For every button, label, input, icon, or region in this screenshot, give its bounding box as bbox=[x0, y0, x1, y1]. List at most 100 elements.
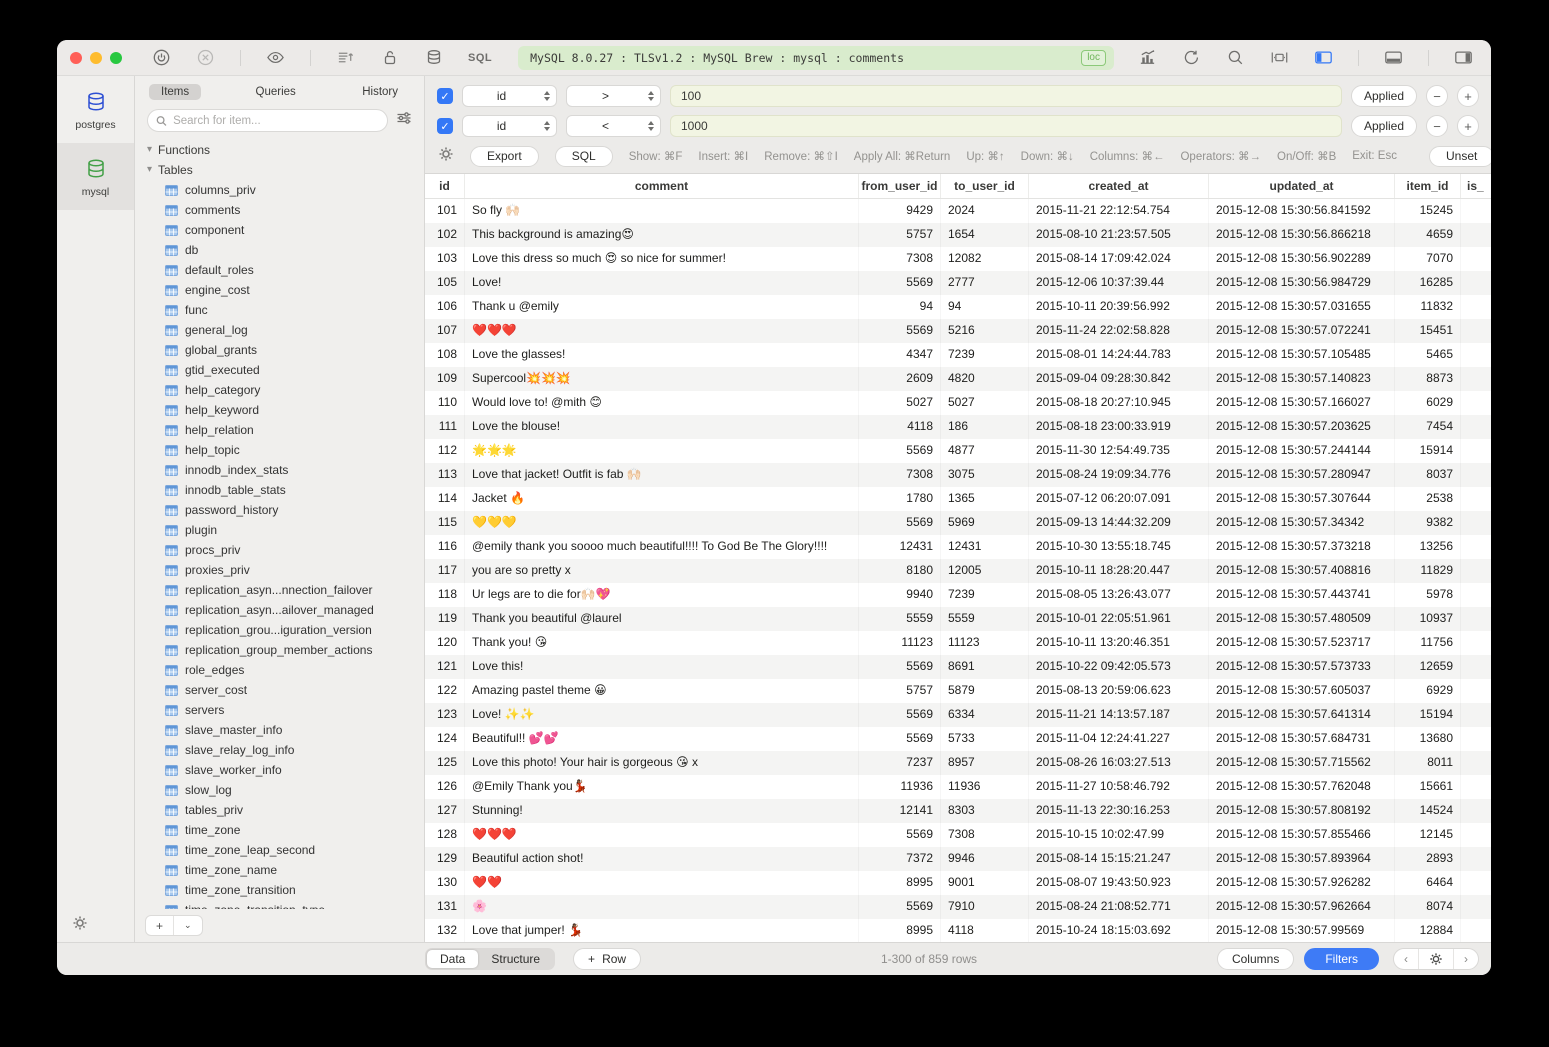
cell-is[interactable] bbox=[1461, 823, 1491, 847]
cell-is[interactable] bbox=[1461, 271, 1491, 295]
cell-to-user-id[interactable]: 11936 bbox=[941, 775, 1029, 799]
sidebar-table-item[interactable]: engine_cost bbox=[135, 280, 424, 300]
cell-to-user-id[interactable]: 2024 bbox=[941, 199, 1029, 223]
column-header-id[interactable]: id bbox=[425, 174, 465, 198]
add-item-button[interactable]: + bbox=[146, 916, 173, 935]
cell-created-at[interactable]: 2015-10-11 20:39:56.992 bbox=[1029, 295, 1209, 319]
cell-comment[interactable]: Love! bbox=[465, 271, 859, 295]
column-header-is[interactable]: is_ bbox=[1461, 174, 1491, 198]
cell-item-id[interactable]: 11832 bbox=[1395, 295, 1461, 319]
cell-is[interactable] bbox=[1461, 679, 1491, 703]
cell-comment[interactable]: Jacket 🔥 bbox=[465, 487, 859, 511]
cell-created-at[interactable]: 2015-08-18 23:00:33.919 bbox=[1029, 415, 1209, 439]
cell-to-user-id[interactable]: 186 bbox=[941, 415, 1029, 439]
cell-updated-at[interactable]: 2015-12-08 15:30:57.072241 bbox=[1209, 319, 1395, 343]
cell-from-user-id[interactable]: 8995 bbox=[859, 919, 941, 942]
cell-id[interactable]: 122 bbox=[425, 679, 465, 703]
cell-is[interactable] bbox=[1461, 703, 1491, 727]
cell-is[interactable] bbox=[1461, 799, 1491, 823]
cell-created-at[interactable]: 2015-10-01 22:05:51.961 bbox=[1029, 607, 1209, 631]
cell-created-at[interactable]: 2015-08-24 21:08:52.771 bbox=[1029, 895, 1209, 919]
cell-item-id[interactable]: 11756 bbox=[1395, 631, 1461, 655]
cell-to-user-id[interactable]: 1365 bbox=[941, 487, 1029, 511]
cell-from-user-id[interactable]: 7308 bbox=[859, 247, 941, 271]
add-item-menu-button[interactable]: ⌄ bbox=[173, 916, 202, 935]
cell-item-id[interactable]: 10937 bbox=[1395, 607, 1461, 631]
cell-updated-at[interactable]: 2015-12-08 15:30:56.866218 bbox=[1209, 223, 1395, 247]
cell-from-user-id[interactable]: 5569 bbox=[859, 511, 941, 535]
cell-is[interactable] bbox=[1461, 223, 1491, 247]
cell-from-user-id[interactable]: 5757 bbox=[859, 223, 941, 247]
cell-item-id[interactable]: 6929 bbox=[1395, 679, 1461, 703]
cell-to-user-id[interactable]: 8957 bbox=[941, 751, 1029, 775]
tab-items[interactable]: Items bbox=[149, 84, 201, 100]
filter-settings-gear-icon[interactable] bbox=[438, 146, 454, 167]
sidebar-table-item[interactable]: comments bbox=[135, 200, 424, 220]
sidebar-table-item[interactable]: func bbox=[135, 300, 424, 320]
cell-to-user-id[interactable]: 1654 bbox=[941, 223, 1029, 247]
sidebar-table-item[interactable]: replication_asyn...ailover_managed bbox=[135, 600, 424, 620]
cell-created-at[interactable]: 2015-08-18 20:27:10.945 bbox=[1029, 391, 1209, 415]
table-row[interactable]: 124 Beautiful!! 💕💕 5569 5733 2015-11-04 … bbox=[425, 727, 1491, 751]
cell-created-at[interactable]: 2015-07-12 06:20:07.091 bbox=[1029, 487, 1209, 511]
filter-value-input[interactable] bbox=[670, 85, 1342, 107]
cell-comment[interactable]: Love! ✨✨ bbox=[465, 703, 859, 727]
cell-comment[interactable]: Thank u @emily bbox=[465, 295, 859, 319]
table-row[interactable]: 111 Love the blouse! 4118 186 2015-08-18… bbox=[425, 415, 1491, 439]
cell-from-user-id[interactable]: 12431 bbox=[859, 535, 941, 559]
cell-to-user-id[interactable]: 7308 bbox=[941, 823, 1029, 847]
column-header-updated-at[interactable]: updated_at bbox=[1209, 174, 1395, 198]
cell-to-user-id[interactable]: 7239 bbox=[941, 583, 1029, 607]
sidebar-table-item[interactable]: innodb_index_stats bbox=[135, 460, 424, 480]
cell-item-id[interactable]: 15661 bbox=[1395, 775, 1461, 799]
cell-comment[interactable]: Love this! bbox=[465, 655, 859, 679]
cell-item-id[interactable]: 11829 bbox=[1395, 559, 1461, 583]
cell-is[interactable] bbox=[1461, 583, 1491, 607]
add-row-button[interactable]: + Row bbox=[573, 948, 641, 970]
cell-updated-at[interactable]: 2015-12-08 15:30:57.105485 bbox=[1209, 343, 1395, 367]
cell-comment[interactable]: So fly 🙌🏻 bbox=[465, 199, 859, 223]
cell-created-at[interactable]: 2015-11-21 22:12:54.754 bbox=[1029, 199, 1209, 223]
cell-item-id[interactable]: 6464 bbox=[1395, 871, 1461, 895]
cell-is[interactable] bbox=[1461, 511, 1491, 535]
cell-id[interactable]: 113 bbox=[425, 463, 465, 487]
sidebar-table-item[interactable]: help_keyword bbox=[135, 400, 424, 420]
unset-button[interactable]: Unset bbox=[1429, 146, 1491, 167]
cell-comment[interactable]: ❤️❤️❤️ bbox=[465, 823, 859, 847]
cell-id[interactable]: 111 bbox=[425, 415, 465, 439]
cell-is[interactable] bbox=[1461, 247, 1491, 271]
cell-comment[interactable]: @emily thank you soooo much beautiful!!!… bbox=[465, 535, 859, 559]
cell-comment[interactable]: Love that jacket! Outfit is fab 🙌🏻 bbox=[465, 463, 859, 487]
table-row[interactable]: 119 Thank you beautiful @laurel 5559 555… bbox=[425, 607, 1491, 631]
sidebar-table-item[interactable]: plugin bbox=[135, 520, 424, 540]
cell-id[interactable]: 112 bbox=[425, 439, 465, 463]
cell-to-user-id[interactable]: 3075 bbox=[941, 463, 1029, 487]
cell-id[interactable]: 127 bbox=[425, 799, 465, 823]
cell-item-id[interactable]: 7454 bbox=[1395, 415, 1461, 439]
sidebar-table-item[interactable]: tables_priv bbox=[135, 800, 424, 820]
cell-id[interactable]: 125 bbox=[425, 751, 465, 775]
column-width-icon[interactable] bbox=[1270, 48, 1289, 67]
column-header-from-user-id[interactable]: from_user_id bbox=[859, 174, 941, 198]
cell-id[interactable]: 130 bbox=[425, 871, 465, 895]
sidebar-table-item[interactable]: columns_priv bbox=[135, 180, 424, 200]
cell-comment[interactable]: Thank you beautiful @laurel bbox=[465, 607, 859, 631]
sidebar-table-item[interactable]: time_zone_leap_second bbox=[135, 840, 424, 860]
table-row[interactable]: 118 Ur legs are to die for🙌🏻💖 9940 7239 … bbox=[425, 583, 1491, 607]
cell-comment[interactable]: Thank you! 😘 bbox=[465, 631, 859, 655]
table-row[interactable]: 122 Amazing pastel theme 😀 5757 5879 201… bbox=[425, 679, 1491, 703]
cell-is[interactable] bbox=[1461, 463, 1491, 487]
cell-id[interactable]: 102 bbox=[425, 223, 465, 247]
cell-comment[interactable]: Would love to! @mith 😊 bbox=[465, 391, 859, 415]
cell-to-user-id[interactable]: 94 bbox=[941, 295, 1029, 319]
cell-from-user-id[interactable]: 5569 bbox=[859, 319, 941, 343]
table-row[interactable]: 126 @Emily Thank you💃🏾 11936 11936 2015-… bbox=[425, 775, 1491, 799]
cell-to-user-id[interactable]: 8303 bbox=[941, 799, 1029, 823]
sidebar-table-item[interactable]: general_log bbox=[135, 320, 424, 340]
table-row[interactable]: 106 Thank u @emily 94 94 2015-10-11 20:3… bbox=[425, 295, 1491, 319]
cell-id[interactable]: 105 bbox=[425, 271, 465, 295]
filter-enabled-checkbox[interactable] bbox=[437, 118, 453, 134]
cell-id[interactable]: 103 bbox=[425, 247, 465, 271]
table-row[interactable]: 116 @emily thank you soooo much beautifu… bbox=[425, 535, 1491, 559]
cell-from-user-id[interactable]: 5569 bbox=[859, 655, 941, 679]
